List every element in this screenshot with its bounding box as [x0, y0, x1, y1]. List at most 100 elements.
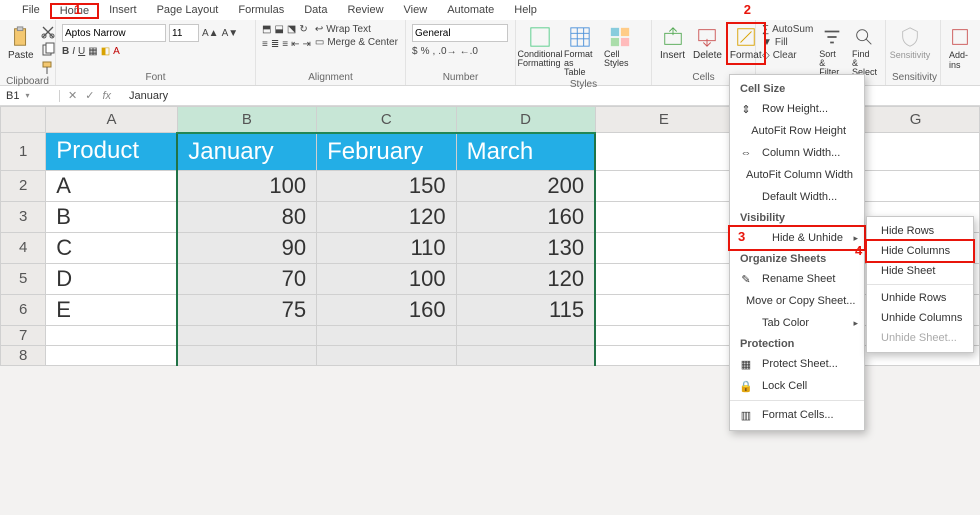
menu-lock-cell[interactable]: 🔒Lock Cell: [730, 375, 864, 397]
cell[interactable]: [46, 345, 177, 365]
cell[interactable]: 115: [456, 294, 595, 325]
cell[interactable]: C: [46, 232, 177, 263]
cell[interactable]: [177, 345, 316, 365]
menu-autofit-col[interactable]: AutoFit Column Width: [730, 164, 864, 186]
percent-icon[interactable]: %: [421, 46, 430, 57]
insert-cells-button[interactable]: Insert: [658, 24, 687, 63]
menu-review[interactable]: Review: [337, 2, 393, 18]
menu-automate[interactable]: Automate: [437, 2, 504, 18]
menu-autofit-row[interactable]: AutoFit Row Height: [730, 120, 864, 142]
submenu-unhide-columns[interactable]: Unhide Columns: [867, 308, 973, 328]
cell[interactable]: 160: [456, 201, 595, 232]
row-hdr[interactable]: 7: [1, 325, 46, 345]
increase-font-icon[interactable]: A▲: [202, 28, 219, 39]
cell[interactable]: 130: [456, 232, 595, 263]
cell[interactable]: [852, 170, 980, 201]
menu-column-width[interactable]: ⇔Column Width...: [730, 142, 864, 164]
cell[interactable]: 160: [317, 294, 457, 325]
cell[interactable]: 75: [177, 294, 316, 325]
cell[interactable]: 90: [177, 232, 316, 263]
format-cells-button[interactable]: Format: [728, 24, 764, 63]
cell[interactable]: 120: [317, 201, 457, 232]
menu-default-width[interactable]: Default Width...: [730, 186, 864, 208]
accounting-icon[interactable]: $: [412, 46, 418, 57]
cell[interactable]: D: [46, 263, 177, 294]
comma-icon[interactable]: ,: [432, 46, 435, 57]
align-right-icon[interactable]: ≡: [282, 39, 288, 50]
menu-format-cells[interactable]: ▥Format Cells...: [730, 404, 864, 426]
fx-icon[interactable]: fx: [102, 90, 111, 102]
delete-cells-button[interactable]: Delete: [691, 24, 724, 63]
align-top-icon[interactable]: ⬒: [262, 24, 271, 35]
cell[interactable]: 110: [317, 232, 457, 263]
select-all-corner[interactable]: [1, 107, 46, 133]
name-box[interactable]: B1▾: [0, 90, 60, 102]
cell[interactable]: [595, 325, 733, 345]
cell[interactable]: [456, 345, 595, 365]
menu-file[interactable]: File: [12, 2, 50, 18]
menu-formulas[interactable]: Formulas: [228, 2, 294, 18]
cell[interactable]: [595, 170, 733, 201]
menu-insert[interactable]: Insert: [99, 2, 147, 18]
cell[interactable]: [177, 325, 316, 345]
decrease-font-icon[interactable]: A▼: [222, 28, 239, 39]
sort-filter-button[interactable]: Sort & Filter: [817, 24, 846, 79]
autosum-button[interactable]: ∑AutoSum: [762, 24, 813, 35]
row-hdr[interactable]: 6: [1, 294, 46, 325]
orientation-icon[interactable]: ↻: [299, 24, 307, 35]
row-hdr[interactable]: 1: [1, 133, 46, 171]
cell[interactable]: 100: [177, 170, 316, 201]
cell[interactable]: [595, 232, 733, 263]
cell[interactable]: B: [46, 201, 177, 232]
cell[interactable]: [317, 345, 457, 365]
cell[interactable]: [595, 294, 733, 325]
cell[interactable]: Product: [46, 133, 177, 171]
cell[interactable]: A: [46, 170, 177, 201]
cell[interactable]: [317, 325, 457, 345]
clear-button[interactable]: ◇Clear: [762, 50, 813, 61]
cell[interactable]: 150: [317, 170, 457, 201]
cell[interactable]: 70: [177, 263, 316, 294]
align-center-icon[interactable]: ≣: [271, 39, 279, 50]
menu-pagelayout[interactable]: Page Layout: [147, 2, 229, 18]
cell[interactable]: E: [46, 294, 177, 325]
cell[interactable]: March: [456, 133, 595, 171]
enter-formula-icon[interactable]: ✓: [85, 89, 94, 102]
colhdr-B[interactable]: B: [177, 107, 316, 133]
menu-view[interactable]: View: [394, 2, 438, 18]
colhdr-A[interactable]: A: [46, 107, 177, 133]
cell[interactable]: 80: [177, 201, 316, 232]
row-hdr[interactable]: 4: [1, 232, 46, 263]
italic-button[interactable]: I: [72, 46, 75, 57]
menu-hide-unhide[interactable]: 3 Hide & Unhide ▸: [730, 227, 864, 249]
colhdr-G[interactable]: G: [852, 107, 980, 133]
paste-button[interactable]: Paste: [6, 24, 36, 63]
dec-decimal-icon[interactable]: ←.0: [460, 46, 478, 57]
menu-protect-sheet[interactable]: ▦Protect Sheet...: [730, 353, 864, 375]
menu-row-height[interactable]: ⇕Row Height...: [730, 98, 864, 120]
format-as-table-button[interactable]: Format as Table: [562, 24, 598, 79]
menu-help[interactable]: Help: [504, 2, 547, 18]
cell[interactable]: [595, 345, 733, 365]
cell[interactable]: [46, 325, 177, 345]
number-format-select[interactable]: [412, 24, 508, 42]
align-bottom-icon[interactable]: ⬔: [287, 24, 296, 35]
sensitivity-button[interactable]: Sensitivity: [892, 24, 928, 62]
cell-styles-button[interactable]: Cell Styles: [602, 24, 638, 70]
align-middle-icon[interactable]: ⬓: [274, 24, 283, 35]
underline-button[interactable]: U: [78, 46, 85, 57]
colhdr-C[interactable]: C: [317, 107, 457, 133]
copy-icon[interactable]: [40, 42, 56, 58]
cell[interactable]: January: [177, 133, 316, 171]
format-painter-icon[interactable]: [40, 60, 56, 76]
row-hdr[interactable]: 3: [1, 201, 46, 232]
fill-color-button[interactable]: ◧: [101, 46, 110, 57]
indent-inc-icon[interactable]: ⇥: [302, 39, 310, 50]
merge-center-button[interactable]: ▭Merge & Center: [315, 37, 398, 48]
font-name-input[interactable]: [62, 24, 166, 42]
submenu-hide-columns[interactable]: 4 Hide Columns: [867, 241, 973, 261]
submenu-unhide-rows[interactable]: Unhide Rows: [867, 288, 973, 308]
cell[interactable]: 120: [456, 263, 595, 294]
conditional-formatting-button[interactable]: Conditional Formatting: [522, 24, 558, 70]
inc-decimal-icon[interactable]: .0→: [438, 46, 456, 57]
